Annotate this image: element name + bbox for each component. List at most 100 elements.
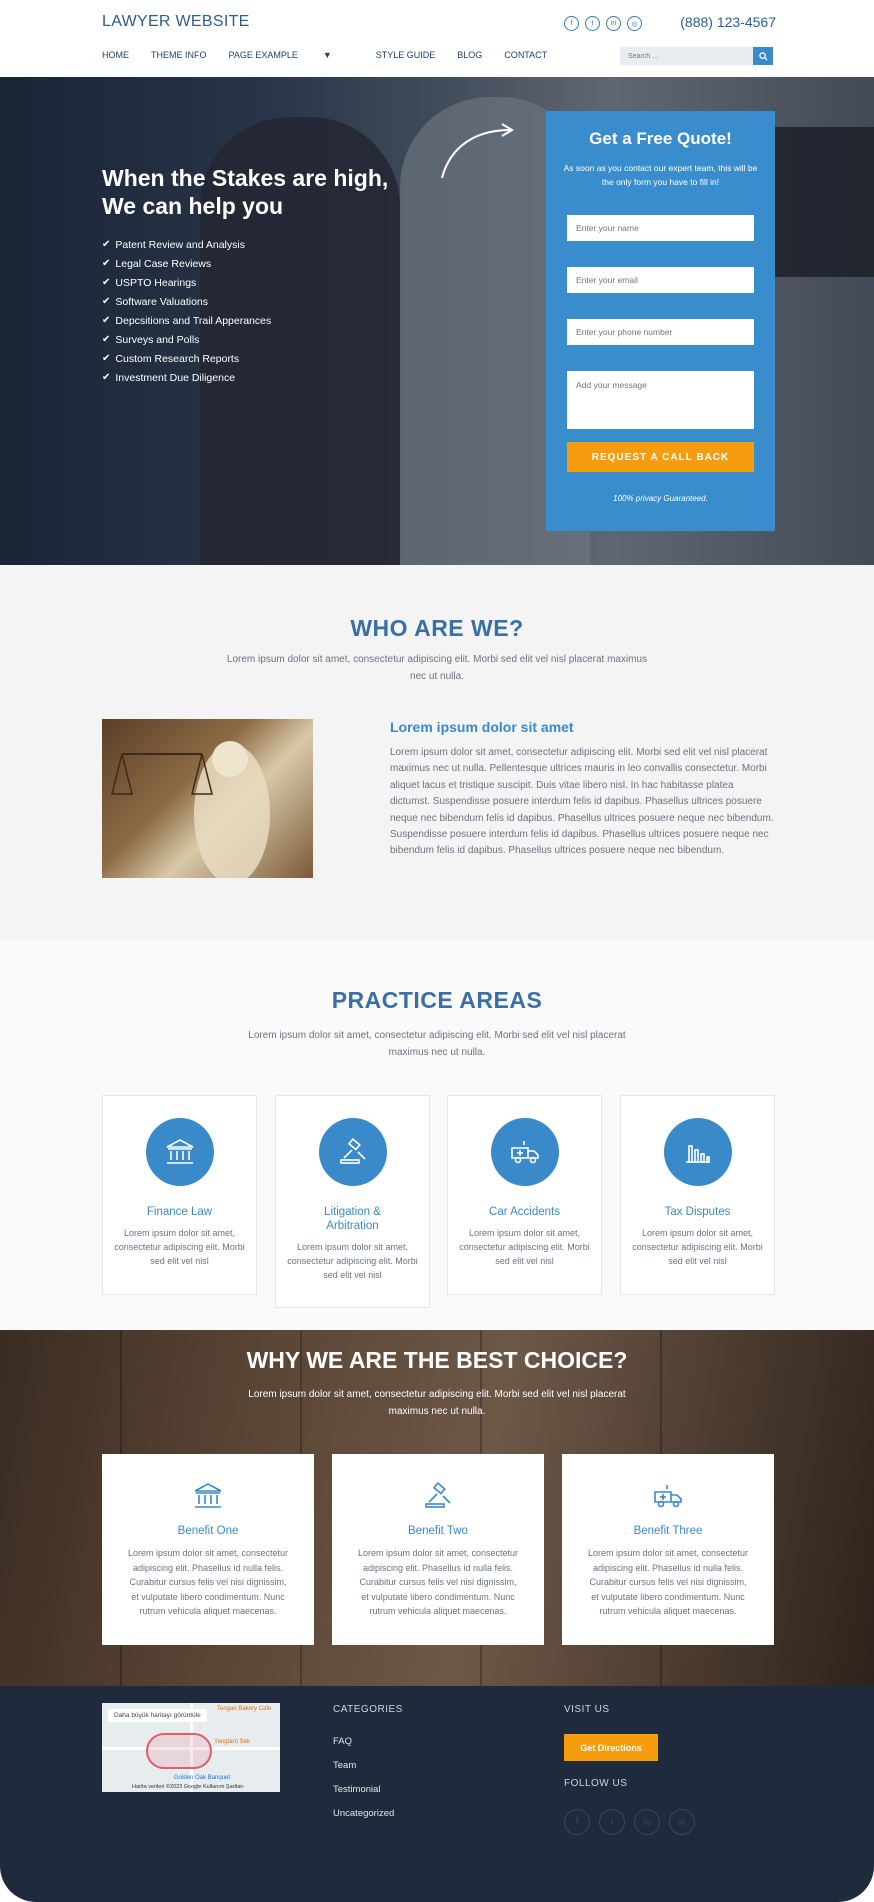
list-item-label: Software Valuations [115, 295, 208, 308]
category-link-team[interactable]: Team [333, 1760, 356, 1771]
search-icon [758, 51, 768, 61]
map-enlarge-link[interactable]: Daha büyük haritayı görüntüle [108, 1709, 207, 1722]
benefit-desc: Lorem ipsum dolor sit amet, consectetur … [587, 1548, 749, 1617]
linkedin-icon[interactable]: in [634, 1809, 660, 1835]
follow-heading: FOLLOW US [564, 1778, 628, 1789]
check-icon: ✔ [102, 372, 111, 383]
list-item: ✔ Legal Case Reviews [102, 254, 271, 273]
quote-form-title: Get a Free Quote! [589, 129, 732, 148]
chart-icon [685, 1145, 710, 1163]
best-title: WHY WE ARE THE BEST CHOICE? [246, 1347, 628, 1373]
hero-title: When the Stakes are high, We can help yo… [102, 165, 389, 219]
gavel-icon [425, 1482, 451, 1508]
practice-desc: Lorem ipsum dolor sit amet, consectetur … [287, 1242, 418, 1280]
phone-field[interactable] [567, 319, 754, 345]
twitter-icon[interactable]: t [585, 16, 600, 31]
category-link-uncategorized[interactable]: Uncategorized [333, 1808, 394, 1819]
get-directions-button[interactable]: Get Directions [564, 1734, 658, 1761]
list-item: ✔ Custom Research Reports [102, 349, 271, 368]
hero-service-list: ✔ Patent Review and Analysis ✔ Legal Case … [102, 235, 271, 387]
benefit-card-one: Benefit One Lorem ipsum dolor sit amet, … [102, 1454, 314, 1645]
practice-card-car-accidents[interactable]: Car Accidents Lorem ipsum dolor sit amet… [447, 1095, 602, 1295]
who-section: WHO ARE WE? Lorem ipsum dolor sit amet, … [0, 565, 874, 941]
check-icon: ✔ [102, 296, 111, 307]
check-icon: ✔ [102, 277, 111, 288]
who-subtitle: Lorem ipsum dolor sit amet, consectetur … [226, 654, 648, 682]
quote-form-subtitle: As soon as you contact our expert team, … [563, 163, 758, 187]
header-social-links: f t in ◎ [564, 16, 642, 31]
benefit-desc: Lorem ipsum dolor sit amet, consectetur … [357, 1548, 519, 1617]
practice-section: PRACTICE AREAS Lorem ipsum dolor sit ame… [0, 941, 874, 1330]
categories-heading: CATEGORIES [333, 1704, 403, 1715]
quote-form: Get a Free Quote! As soon as you contact… [546, 111, 775, 531]
search-button[interactable] [753, 47, 773, 65]
check-icon: ✔ [102, 258, 111, 269]
practice-card-litigation[interactable]: Litigation & Arbitration Lorem ipsum dol… [275, 1095, 430, 1308]
header-search [620, 47, 773, 65]
practice-desc: Lorem ipsum dolor sit amet, consectetur … [114, 1228, 245, 1266]
check-icon: ✔ [102, 334, 111, 345]
map-credit: Harita verileri ©2023 Google Kullanım Şa… [132, 1784, 244, 1790]
check-icon: ✔ [102, 353, 111, 364]
who-heading: Lorem ipsum dolor sit amet [390, 719, 574, 735]
request-callback-button[interactable]: REQUEST A CALL BACK [567, 442, 754, 472]
map-place-label: Yangtaro Sek [214, 1739, 250, 1745]
header-phone[interactable]: (888) 123-4567 [680, 14, 776, 30]
check-icon: ✔ [102, 239, 111, 250]
nav-page-example[interactable]: PAGE EXAMPLE ▼ [229, 50, 354, 60]
nav-style-guide[interactable]: STYLE GUIDE [376, 50, 436, 60]
footer-social-links: f t in ◎ [564, 1809, 695, 1835]
instagram-icon[interactable]: ◎ [669, 1809, 695, 1835]
practice-icon-circle [490, 1118, 559, 1186]
name-field[interactable] [567, 215, 754, 241]
facebook-icon[interactable]: f [564, 16, 579, 31]
practice-name: Car Accidents [489, 1206, 560, 1218]
nav-theme-info[interactable]: THEME INFO [151, 50, 207, 60]
practice-name: Tax Disputes [664, 1206, 731, 1218]
list-item-label: Legal Case Reviews [115, 257, 212, 270]
facebook-icon[interactable]: f [564, 1809, 590, 1835]
site-header: LAWYER WEBSITE f t in ◎ (888) 123-4567 H… [0, 0, 874, 77]
category-link-testimonial[interactable]: Testimonial [333, 1784, 381, 1795]
chevron-down-icon: ▼ [322, 50, 332, 60]
list-item: ✔ Surveys and Polls [102, 330, 271, 349]
list-item: ✔ Software Valuations [102, 292, 271, 311]
practice-icon-circle [318, 1118, 387, 1186]
linkedin-icon[interactable]: in [606, 16, 621, 31]
benefit-card-two: Benefit Two Lorem ipsum dolor sit amet, … [332, 1454, 544, 1645]
list-item-label: Patent Review and Analysis [115, 238, 245, 251]
practice-icon-circle [663, 1118, 732, 1186]
embedded-map[interactable]: Daha büyük haritayı görüntüle Tengan Bak… [102, 1703, 280, 1792]
practice-subtitle: Lorem ipsum dolor sit amet, consectetur … [248, 1030, 626, 1058]
benefit-desc: Lorem ipsum dolor sit amet, consectetur … [127, 1548, 289, 1617]
list-item-label: Custom Research Reports [115, 352, 240, 365]
list-item-label: Surveys and Polls [115, 333, 200, 346]
search-input[interactable] [620, 47, 753, 65]
list-item: ✔ Investment Due Diligence [102, 368, 271, 387]
visit-heading: VISIT US [564, 1704, 610, 1715]
list-item: ✔ Patent Review and Analysis [102, 235, 271, 254]
privacy-note: 100% privacy Guaranteed. [613, 494, 708, 503]
map-place-label: Golden Oak Banquet [174, 1775, 231, 1781]
gavel-icon [339, 1138, 366, 1164]
map-place-label: Tengan Bakery Cafe [217, 1706, 272, 1712]
email-field[interactable] [567, 267, 754, 293]
nav-blog[interactable]: BLOG [457, 50, 482, 60]
nav-contact[interactable]: CONTACT [504, 50, 547, 60]
benefit-card-three: Benefit Three Lorem ipsum dolor sit amet… [562, 1454, 774, 1645]
nav-home[interactable]: HOME [102, 50, 129, 60]
map-area-outline [146, 1733, 212, 1769]
who-body: Lorem ipsum dolor sit amet, consectetur … [390, 747, 774, 857]
practice-card-finance[interactable]: Finance Law Lorem ipsum dolor sit amet, … [102, 1095, 257, 1295]
category-link-faq[interactable]: FAQ [333, 1736, 352, 1747]
nav-page-example-label: PAGE EXAMPLE [228, 50, 298, 60]
list-item: ✔ USPTO Hearings [102, 273, 271, 292]
list-item-label: USPTO Hearings [115, 276, 197, 289]
practice-desc: Lorem ipsum dolor sit amet, consectetur … [632, 1228, 763, 1266]
message-field[interactable] [567, 371, 754, 429]
site-logo[interactable]: LAWYER WEBSITE [102, 13, 250, 31]
twitter-icon[interactable]: t [599, 1809, 625, 1835]
instagram-icon[interactable]: ◎ [627, 16, 642, 31]
list-item-label: Investment Due Diligence [115, 371, 236, 384]
practice-card-tax[interactable]: Tax Disputes Lorem ipsum dolor sit amet,… [620, 1095, 775, 1295]
